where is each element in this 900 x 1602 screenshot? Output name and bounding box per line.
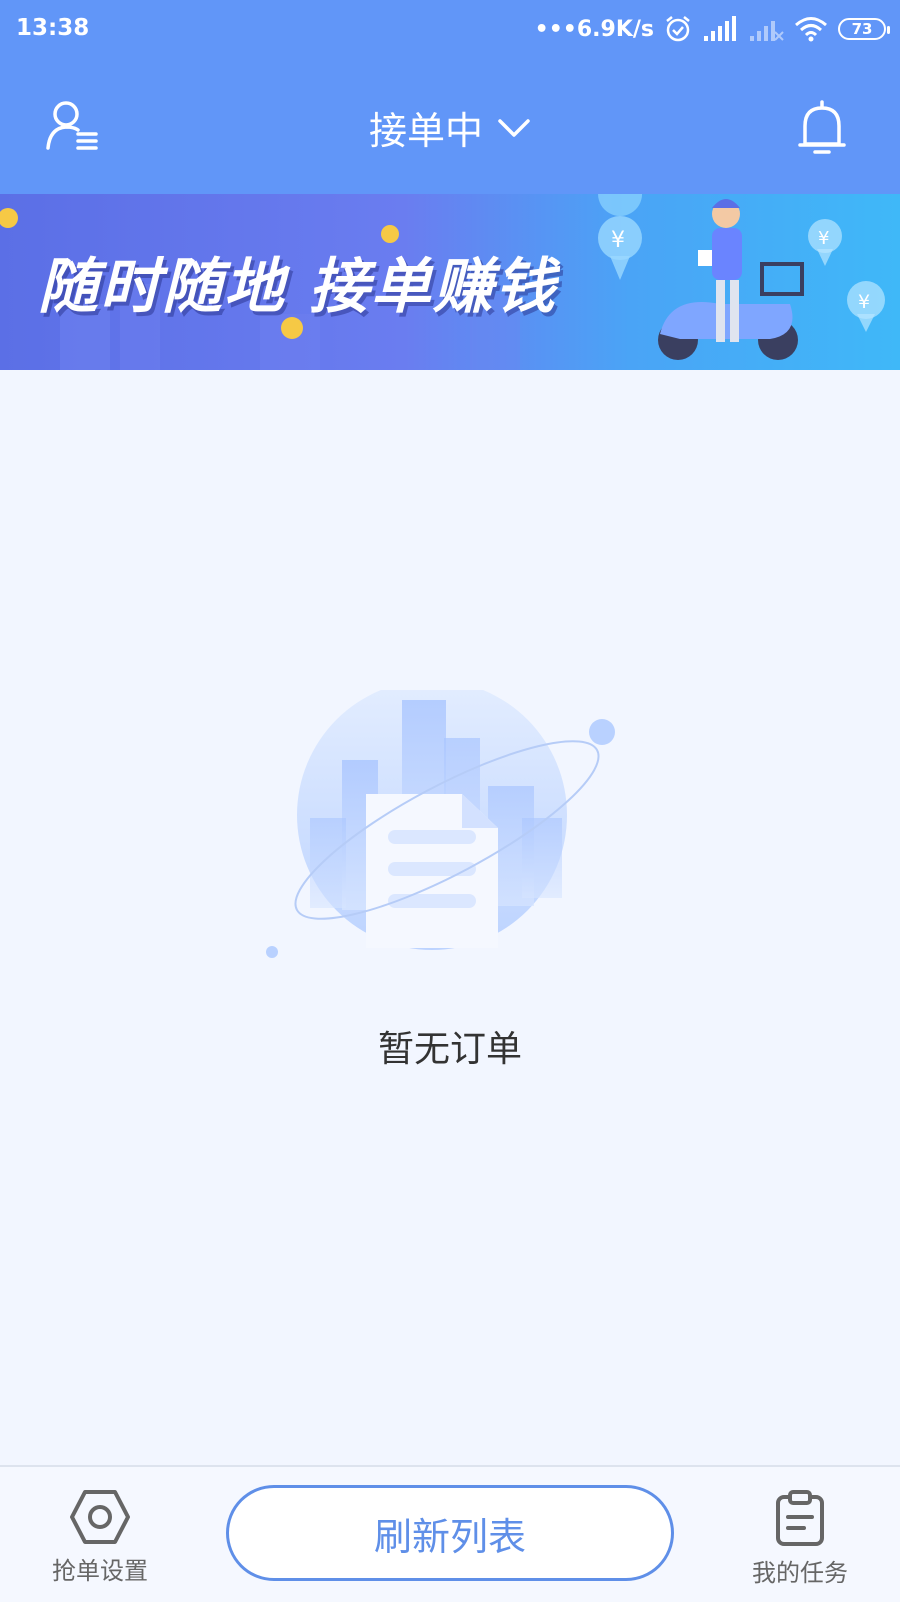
refresh-list-button[interactable]: 刷新列表 [226,1485,674,1581]
work-status-label: 接单中 [368,109,484,153]
wifi-icon [795,17,827,42]
bottom-bar: 抢单设置 刷新列表 我的任务 [0,1465,900,1602]
status-time: 13:38 [16,15,90,41]
banner-slogan: 随时随地 接单赚钱 [38,252,557,322]
chevron-down-icon [498,118,530,137]
svg-text:¥: ¥ [611,228,625,253]
document-planet-icon [266,690,615,958]
tab-my-tasks-label: 我的任务 [752,1559,848,1587]
status-bar: 13:38 •••6.9K/s 73 [0,0,900,62]
alarm-icon [666,16,690,42]
promo-banner[interactable]: ¥ ¥ ¥ 随时随地 接单赚钱 [0,194,900,370]
app-header: 接单中 [0,62,900,194]
tab-grab-settings[interactable]: 抢单设置 [40,1489,160,1586]
tab-my-tasks[interactable]: 我的任务 [740,1489,860,1588]
settings-hex-icon [70,1490,130,1544]
clipboard-icon [776,1490,824,1546]
signal-weak-icon [750,21,784,41]
net-speed: •••6.9K/s [534,16,654,42]
svg-text:¥: ¥ [858,291,870,313]
signal-icon [704,16,736,41]
user-menu-icon[interactable] [42,96,102,156]
empty-state-text: 暂无订单 [377,1029,522,1070]
tab-grab-settings-label: 抢单设置 [52,1557,148,1585]
bell-icon[interactable] [796,98,848,158]
battery-icon: 73 [838,18,890,40]
work-status-dropdown[interactable]: 接单中 [369,100,531,155]
status-icons: •••6.9K/s 73 [534,14,890,44]
svg-text:¥: ¥ [818,228,829,249]
